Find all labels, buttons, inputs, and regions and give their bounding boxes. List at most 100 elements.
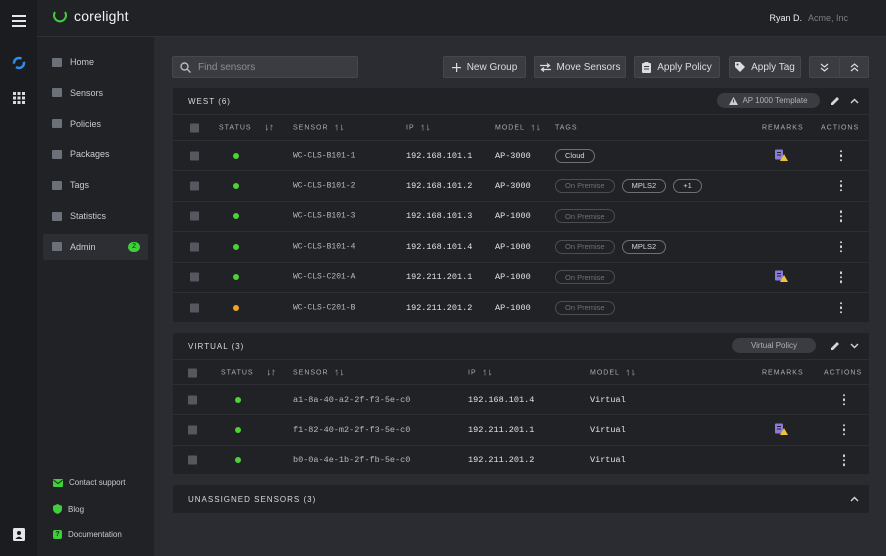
row-checkbox[interactable] (190, 211, 199, 221)
tag-chip[interactable]: MPLS2 (621, 239, 667, 254)
select-all-checkbox[interactable] (188, 368, 197, 377)
move-sensors-label: Move Sensors (556, 61, 621, 73)
policy-chip[interactable]: Virtual Policy (732, 338, 816, 353)
edit-icon[interactable] (829, 340, 841, 352)
group-header[interactable]: VIRTUAL (3) Virtual Policy (173, 333, 869, 359)
tag-chip[interactable]: On Premise (555, 209, 615, 224)
search-input[interactable] (198, 61, 348, 73)
sort-icon[interactable]: ⇂↾ (263, 123, 274, 132)
sidebar-item-tags[interactable]: Tags (43, 172, 148, 198)
contact-support-link[interactable]: Contact support (53, 478, 125, 487)
sidebar-item-packages[interactable]: Packages (43, 141, 148, 167)
row-checkbox[interactable] (190, 242, 199, 252)
row-actions-menu[interactable] (840, 424, 848, 436)
row-actions-menu[interactable] (837, 240, 845, 253)
table-row[interactable]: f1-82-40-m2-2f-f3-5e-c0 192.211.201.1 Virt… (173, 414, 869, 444)
sidebar-item-home[interactable]: Home (43, 49, 148, 75)
column-status[interactable]: STATUS (221, 369, 254, 376)
policy-chip[interactable]: AP 1000 Template (717, 93, 820, 108)
row-checkbox[interactable] (190, 272, 199, 282)
search-box[interactable] (172, 56, 358, 78)
chevron-down-icon[interactable] (848, 340, 860, 352)
row-checkbox[interactable] (190, 303, 199, 312)
account-icon[interactable] (10, 526, 27, 543)
move-sensors-button[interactable]: Move Sensors (534, 56, 626, 78)
column-model[interactable]: MODEL ↿⇂ (495, 123, 541, 132)
sensor-name[interactable]: WC-CLS-B101-1 (293, 151, 355, 160)
table-row[interactable]: WC-CLS-B101-4 192.168.101.4 AP-1000 On Prem… (173, 231, 869, 261)
sensor-name[interactable]: WC-CLS-B101-3 (293, 212, 355, 221)
sidebar-item-policies[interactable]: Policies (43, 111, 148, 137)
row-actions-menu[interactable] (837, 180, 845, 192)
table-row[interactable]: WC-CLS-B101-1 192.168.101.1 AP-3000 Cloud (173, 140, 869, 170)
menu-icon[interactable] (10, 12, 27, 29)
row-actions-menu[interactable] (840, 393, 848, 406)
column-ip[interactable]: IP ↿⇂ (406, 123, 431, 132)
column-model[interactable]: MODEL ↿⇂ (590, 368, 636, 377)
tag-chip[interactable]: Cloud (555, 148, 595, 163)
row-checkbox[interactable] (188, 425, 197, 435)
new-group-button[interactable]: New Group (443, 56, 526, 78)
table-row[interactable]: WC-CLS-C201-B 192.211.201.2 AP-1000 On Prem… (173, 292, 869, 322)
apply-tag-button[interactable]: Apply Tag (729, 56, 801, 78)
row-checkbox[interactable] (190, 181, 199, 191)
group-panel-unassigned[interactable]: UNASSIGNED SENSORS (3) (173, 485, 869, 513)
status-dot (233, 213, 239, 220)
tag-chip[interactable]: On Premise (555, 178, 615, 193)
tag-chip[interactable]: On Premise (555, 239, 615, 254)
user-menu[interactable]: Ryan D. Acme, Inc (769, 13, 848, 23)
logo[interactable]: corelight (52, 8, 129, 24)
select-all-checkbox[interactable] (190, 123, 199, 132)
row-actions-menu[interactable] (837, 210, 845, 223)
apps-grid-icon[interactable] (10, 89, 27, 106)
sensor-name[interactable]: a1-8a-40-a2-2f-f3-5e-c0 (293, 395, 410, 405)
documentation-link[interactable]: ? Documentation (53, 530, 122, 539)
blog-link[interactable]: Blog (53, 504, 84, 514)
sidebar-item-admin[interactable]: Admin 2 (43, 233, 148, 260)
row-checkbox[interactable] (188, 395, 197, 404)
table-row[interactable]: WC-CLS-C201-A 192.211.201.1 AP-1000 On Prem… (173, 261, 869, 292)
tag-chip[interactable]: On Premise (555, 270, 615, 285)
group-header[interactable]: WEST (6) AP 1000 Template (173, 88, 869, 114)
row-checkbox[interactable] (190, 151, 199, 160)
edit-icon[interactable] (829, 95, 841, 107)
sort-icon[interactable]: ⇂↾ (265, 368, 276, 377)
remark-icon[interactable] (775, 423, 788, 437)
row-checkbox[interactable] (188, 455, 197, 465)
row-actions-menu[interactable] (837, 149, 845, 162)
table-row[interactable]: a1-8a-40-a2-2f-f3-5e-c0 192.168.101.4 Virt… (173, 384, 869, 414)
table-row[interactable]: b0-0a-4e-1b-2f-fb-5e-c0 192.211.201.2 Virt… (173, 444, 869, 475)
sensor-name[interactable]: b0-0a-4e-1b-2f-fb-5e-c0 (293, 455, 410, 465)
sidebar-item-sensors[interactable]: Sensors (43, 80, 148, 106)
column-sensor[interactable]: SENSOR ↿⇂ (293, 368, 345, 377)
remark-icon[interactable] (775, 270, 788, 284)
tag-chip[interactable]: MPLS2 (621, 178, 667, 193)
sensor-name[interactable]: WC-CLS-B101-4 (293, 242, 355, 251)
tag-list: On Premise MPLS2 (555, 239, 673, 254)
apply-policy-button[interactable]: Apply Policy (634, 56, 720, 78)
row-actions-menu[interactable] (837, 271, 845, 283)
status-dot (233, 274, 239, 281)
sync-icon[interactable] (10, 54, 27, 71)
sensor-name[interactable]: WC-CLS-C201-B (293, 303, 355, 312)
tag-chip[interactable]: On Premise (555, 300, 615, 315)
column-sensor[interactable]: SENSOR ↿⇂ (293, 123, 345, 132)
status-dot (235, 426, 241, 433)
tag-chip[interactable]: +1 (673, 178, 702, 193)
shield-icon (53, 504, 62, 514)
sensor-name[interactable]: f1-82-40-m2-2f-f3-5e-c0 (293, 425, 410, 435)
remark-icon[interactable] (775, 149, 788, 163)
sensor-name[interactable]: WC-CLS-C201-A (293, 273, 355, 282)
sensor-name[interactable]: WC-CLS-B101-2 (293, 181, 355, 190)
collapse-all-button[interactable] (839, 56, 869, 78)
row-actions-menu[interactable] (840, 454, 848, 466)
table-row[interactable]: WC-CLS-B101-2 192.168.101.2 AP-3000 On Prem… (173, 170, 869, 200)
expand-all-button[interactable] (809, 56, 840, 78)
chevron-up-icon[interactable] (848, 95, 860, 107)
table-row[interactable]: WC-CLS-B101-3 192.168.101.3 AP-1000 On Prem… (173, 200, 869, 231)
column-status[interactable]: STATUS (219, 124, 252, 131)
sidebar-item-statistics[interactable]: Statistics (43, 203, 148, 229)
chevron-up-icon[interactable] (848, 493, 860, 505)
row-actions-menu[interactable] (837, 301, 845, 314)
column-ip[interactable]: IP ↿⇂ (468, 368, 493, 377)
